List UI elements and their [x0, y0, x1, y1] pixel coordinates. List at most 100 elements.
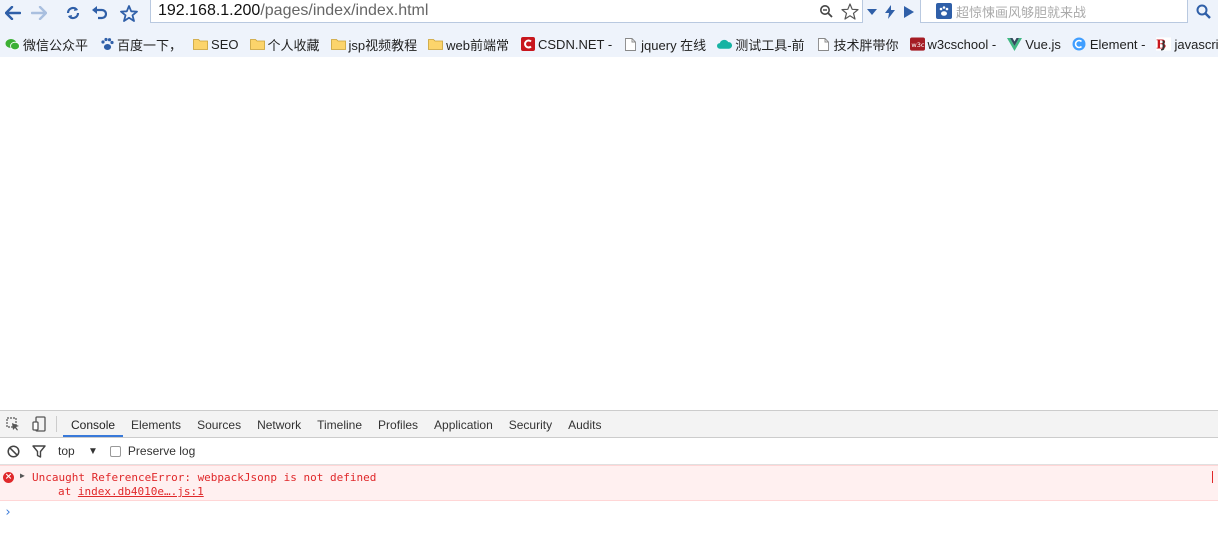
undo-icon — [92, 6, 107, 20]
address-bar[interactable]: 192.168.1.200/pages/index/index.html — [150, 0, 863, 23]
bookmark-item[interactable]: CSDN.NET - — [515, 33, 618, 55]
bookmark-item[interactable]: 技术胖带你 — [811, 33, 905, 55]
bookmark-item[interactable]: w3c w3cschool - — [905, 33, 1003, 55]
page-icon — [623, 37, 638, 51]
folder-icon — [330, 37, 346, 51]
tab-timeline[interactable]: Timeline — [309, 411, 370, 437]
back-button[interactable] — [0, 2, 26, 24]
bookmark-label: 个人收藏 — [267, 37, 320, 53]
bookmark-item[interactable]: 个人收藏 — [245, 33, 326, 55]
search-button[interactable] — [1188, 0, 1218, 23]
bookmark-label: 测试工具-前 — [735, 37, 805, 53]
filter-funnel-icon — [32, 444, 46, 458]
url-host: 192.168.1.200 — [158, 2, 261, 19]
bookmark-item[interactable]: 百度一下， — [94, 33, 188, 55]
baidu-paw-icon — [936, 3, 952, 19]
tab-profiles[interactable]: Profiles — [370, 411, 426, 437]
tab-elements[interactable]: Elements — [123, 411, 189, 437]
bookmark-label: 百度一下， — [117, 37, 183, 53]
bookmark-label: w3cschool - — [927, 36, 997, 52]
preserve-log-checkbox[interactable] — [109, 445, 121, 457]
tab-audits[interactable]: Audits — [560, 411, 609, 437]
inspect-cursor-icon — [6, 417, 19, 431]
preserve-log-label: Preserve log — [127, 444, 196, 458]
context-dropdown-icon[interactable]: ▼ — [88, 446, 98, 457]
tab-divider — [56, 416, 57, 432]
inspect-element-button[interactable] — [0, 411, 26, 437]
lightning-icon — [885, 4, 896, 19]
element-icon — [1072, 37, 1087, 51]
vue-icon — [1007, 37, 1023, 51]
error-text: Uncaught ReferenceError: webpackJsonp is… — [32, 471, 377, 484]
bookmark-label: SEO — [211, 36, 239, 52]
bookmark-label: Element - — [1089, 36, 1146, 52]
bookmark-item[interactable]: jsp视频教程 — [326, 33, 424, 55]
expand-triangle-icon[interactable]: ▶ — [20, 471, 25, 480]
favorite-button[interactable] — [838, 0, 862, 22]
bookmark-item[interactable]: web前端常 — [423, 33, 515, 55]
svg-text:J: J — [1161, 40, 1166, 51]
bookmark-item[interactable]: Vue.js — [1002, 33, 1067, 55]
forward-arrow-icon — [31, 6, 47, 20]
url-text[interactable]: 192.168.1.200/pages/index/index.html — [151, 2, 814, 20]
undo-button[interactable] — [86, 2, 112, 24]
clear-console-button[interactable] — [0, 438, 26, 464]
bookmark-item[interactable]: BJjavascript/jq — [1151, 33, 1218, 55]
search-placeholder: 超惊悚画风够胆就来战 — [956, 4, 1087, 20]
bookmark-label: CSDN.NET - — [538, 36, 613, 52]
star-icon — [120, 4, 138, 22]
bookmark-item[interactable]: SEO — [188, 33, 244, 55]
folder-icon — [249, 37, 265, 51]
reload-button[interactable] — [60, 2, 86, 24]
console-prompt[interactable]: › — [0, 501, 1218, 523]
forward-button[interactable] — [26, 2, 52, 24]
play-button[interactable] — [900, 1, 918, 23]
favorite-star-icon — [841, 2, 859, 20]
bookmark-label: 技术胖带你 — [833, 37, 899, 53]
search-icon — [1196, 4, 1211, 19]
bookmark-star-button[interactable] — [116, 2, 142, 24]
tab-console[interactable]: Console — [63, 411, 124, 437]
w3c-icon: w3c — [909, 37, 925, 51]
tab-security[interactable]: Security — [501, 411, 560, 437]
bookmark-item[interactable]: Element - — [1067, 33, 1152, 55]
error-source-link[interactable]: index.db4010e….js:1 — [78, 485, 204, 498]
svg-text:w3c: w3c — [911, 41, 925, 49]
bookmark-label: web前端常 — [446, 37, 509, 53]
bookmark-label: jquery 在线 — [641, 37, 707, 53]
folder-icon — [428, 37, 444, 51]
device-icon — [32, 416, 46, 432]
prompt-chevron-icon: › — [4, 504, 12, 520]
bookmark-label: Vue.js — [1025, 36, 1061, 52]
tab-network[interactable]: Network — [249, 411, 309, 437]
console-toolbar: top ▼ Preserve log — [0, 438, 1218, 465]
speed-mode-button[interactable] — [881, 1, 899, 23]
error-icon: × — [3, 472, 14, 483]
zoom-button[interactable] — [814, 0, 838, 22]
bookmark-label: jsp视频教程 — [348, 37, 418, 53]
bookmark-item[interactable]: 测试工具-前 — [712, 33, 810, 55]
tab-sources[interactable]: Sources — [189, 411, 249, 437]
console-error-message[interactable]: × ▶ Uncaught ReferenceError: webpackJson… — [0, 465, 1218, 501]
reload-icon — [66, 6, 80, 20]
device-mode-button[interactable] — [26, 411, 52, 437]
baidu-paw-icon — [99, 37, 114, 51]
chevron-down-icon — [867, 8, 878, 15]
bd-icon: BJ — [1156, 37, 1172, 51]
cloud-icon — [717, 37, 733, 51]
bookmarks-bar: 微信公众平 百度一下， SEO 个人收藏 jsp视频教程 web前端常 CSDN.NET -… — [0, 31, 1218, 57]
csdn-icon — [520, 37, 535, 51]
devtools-tabbar: Console Elements Sources Network Timeline Pro… — [0, 411, 1218, 438]
bookmark-label: 微信公众平 — [23, 37, 89, 53]
error-stack-line: at index.db4010e….js:1 — [58, 485, 204, 498]
filter-button[interactable] — [26, 438, 52, 464]
search-box[interactable]: 超惊悚画风够胆就来战 — [920, 0, 1188, 23]
url-path: /pages/index/index.html — [260, 2, 429, 19]
error-source-marker[interactable] — [1212, 471, 1216, 483]
dropdown-button[interactable] — [863, 1, 881, 23]
bookmark-item[interactable]: 微信公众平 — [0, 33, 94, 55]
address-extras — [863, 0, 918, 23]
bookmark-item[interactable]: jquery 在线 — [618, 33, 712, 55]
context-selector[interactable]: top — [58, 444, 88, 458]
tab-application[interactable]: Application — [426, 411, 501, 437]
